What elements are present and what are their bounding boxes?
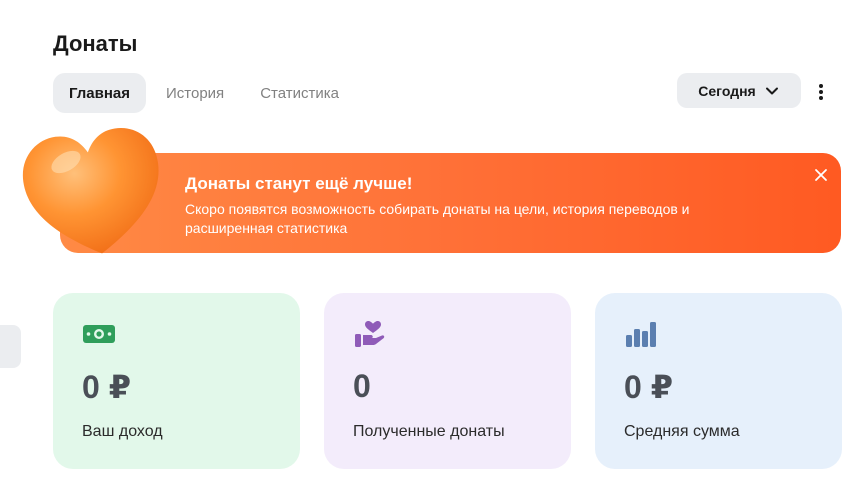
more-options-button[interactable]	[808, 78, 834, 106]
average-label: Средняя сумма	[624, 423, 740, 440]
tab-statistics[interactable]: Статистика	[244, 73, 355, 113]
tabs-bar: Главная История Статистика	[53, 73, 355, 113]
period-select[interactable]: Сегодня	[677, 73, 801, 108]
stat-card-average: 0 ₽ Средняя сумма	[595, 293, 842, 469]
close-icon	[815, 169, 827, 181]
donations-value: 0	[353, 368, 371, 404]
stat-card-donations: 0 Полученные донаты	[324, 293, 571, 469]
heart-icon	[22, 128, 159, 254]
income-label: Ваш доход	[82, 423, 163, 440]
tab-history[interactable]: История	[150, 73, 240, 113]
income-value: 0 ₽	[82, 369, 131, 405]
period-select-label: Сегодня	[698, 82, 756, 99]
banner-text: Скоро появятся возможность собирать дона…	[185, 201, 690, 236]
money-icon	[83, 325, 115, 343]
more-vertical-icon	[819, 84, 823, 100]
side-panel-handle[interactable]	[0, 325, 21, 368]
average-value: 0 ₽	[624, 369, 673, 405]
bar-chart-icon	[626, 322, 656, 347]
banner-title: Донаты станут ещё лучше!	[185, 174, 413, 193]
page-title: Донаты	[53, 31, 138, 56]
donations-label: Полученные донаты	[353, 423, 505, 440]
hand-heart-icon	[355, 321, 385, 347]
banner-close-button[interactable]	[811, 165, 831, 185]
tab-main[interactable]: Главная	[53, 73, 147, 113]
stat-card-income: 0 ₽ Ваш доход	[53, 293, 300, 469]
promo-banner: Донаты станут ещё лучше! Скоро появятся …	[60, 153, 841, 253]
chevron-down-icon	[765, 87, 778, 94]
